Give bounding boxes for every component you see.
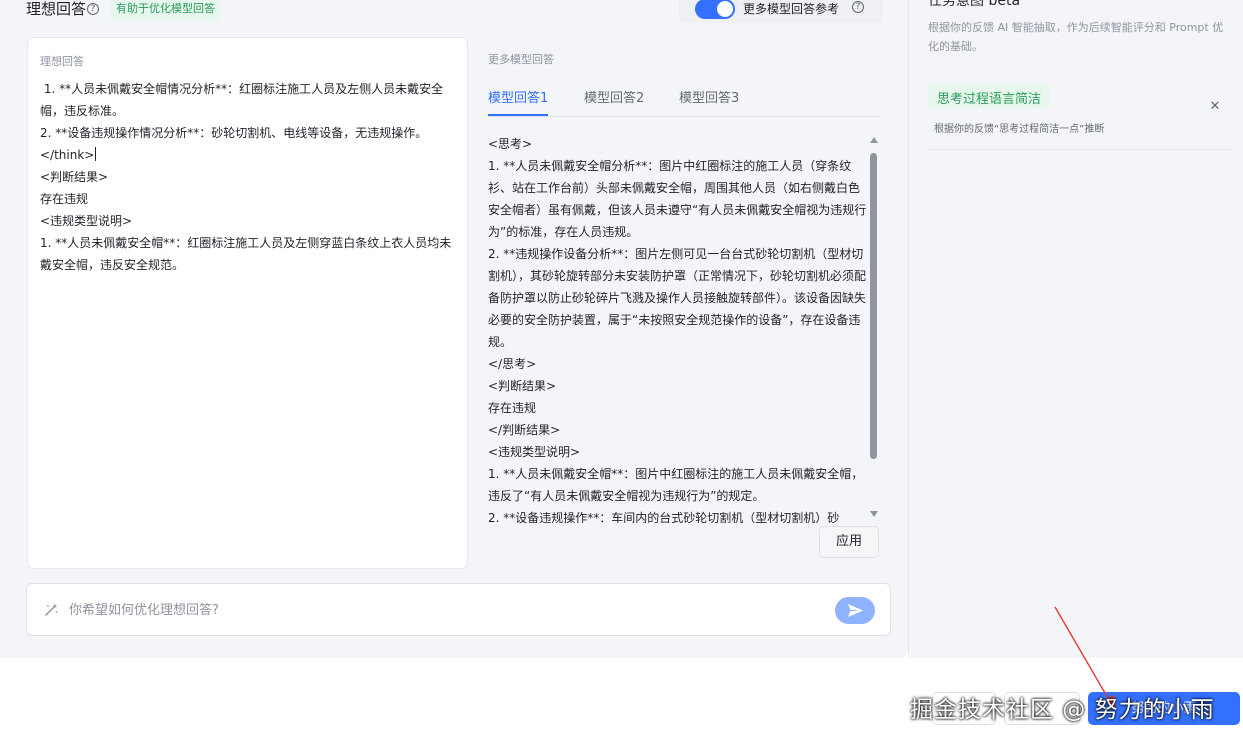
toggle-knob xyxy=(717,1,733,17)
model-answer-text: <思考> 1. **人员未佩戴安全帽分析**：图片中红圈标注的施工人员（穿条纹衫… xyxy=(488,137,867,523)
intent-subtitle: 根据你的反馈“思考过程简洁一点”推断 xyxy=(934,124,1105,135)
more-models-toggle[interactable] xyxy=(695,0,735,19)
scrollbar[interactable] xyxy=(868,137,880,517)
task-intent-title: 任务意图 beta xyxy=(928,0,1021,9)
send-button[interactable] xyxy=(835,597,875,624)
more-models-label: 更多模型回答 xyxy=(488,53,554,66)
more-models-card: 更多模型回答 模型回答1 模型回答2 模型回答3 <思考> 1. **人员未佩戴… xyxy=(476,37,884,567)
prompt-input[interactable] xyxy=(69,599,769,621)
toggle-label: 更多模型回答参考 xyxy=(743,2,840,16)
task-intent-description: 根据你的反馈 AI 智能抽取，作为后续智能评分和 Prompt 优化的基础。 xyxy=(928,21,1224,53)
magic-wand-icon xyxy=(45,603,58,616)
more-models-toggle-group: 更多模型回答参考 ? xyxy=(679,0,883,23)
scroll-up-arrow-icon[interactable] xyxy=(870,137,878,143)
hint-badge: 有助于优化模型回答 xyxy=(111,0,220,21)
ideal-answer-label: 理想回答 xyxy=(40,55,84,68)
tab-model-1[interactable]: 模型回答1 xyxy=(488,87,549,116)
tab-model-2[interactable]: 模型回答2 xyxy=(584,87,644,114)
apply-button[interactable]: 应用 xyxy=(819,526,879,558)
model-answer-scroll[interactable]: <思考> 1. **人员未佩戴安全帽分析**：图片中红圈标注的施工人员（穿条纹衫… xyxy=(488,133,868,523)
ideal-answer-text-rest: <判断结果> 存在违规 <违规类型说明> 1. **人员未佩戴安全帽**：红圈标… xyxy=(40,170,452,272)
model-tabs: 模型回答1 模型回答2 模型回答3 xyxy=(488,85,880,117)
prompt-box xyxy=(26,583,891,636)
scroll-down-arrow-icon[interactable] xyxy=(870,511,878,517)
send-icon xyxy=(848,604,863,617)
question-circle-icon[interactable]: ? xyxy=(852,1,864,13)
question-circle-icon[interactable]: ? xyxy=(87,3,99,15)
intent-item: 思考过程语言简洁 ✕ 根据你的反馈“思考过程简洁一点”推断 xyxy=(928,78,1232,150)
scroll-thumb[interactable] xyxy=(870,153,877,459)
intent-tag: 思考过程语言简洁 xyxy=(928,84,1051,108)
text-caret xyxy=(95,147,97,161)
ideal-answer-card: 理想回答 1. **人员未佩戴安全帽情况分析**：红圈标注施工人员及左侧人员未戴… xyxy=(27,37,468,569)
close-icon[interactable]: ✕ xyxy=(1208,99,1222,114)
ideal-answer-text: 1. **人员未佩戴安全帽情况分析**：红圈标注施工人员及左侧人员未戴安全帽，违… xyxy=(40,82,444,162)
ideal-answer-editor[interactable]: 1. **人员未佩戴安全帽情况分析**：红圈标注施工人员及左侧人员未戴安全帽，违… xyxy=(40,78,460,276)
page-title: 理想回答 xyxy=(26,0,87,18)
watermark: 掘金技术社区 @ 努力的小雨 xyxy=(910,697,1215,723)
tab-model-3[interactable]: 模型回答3 xyxy=(679,87,739,114)
